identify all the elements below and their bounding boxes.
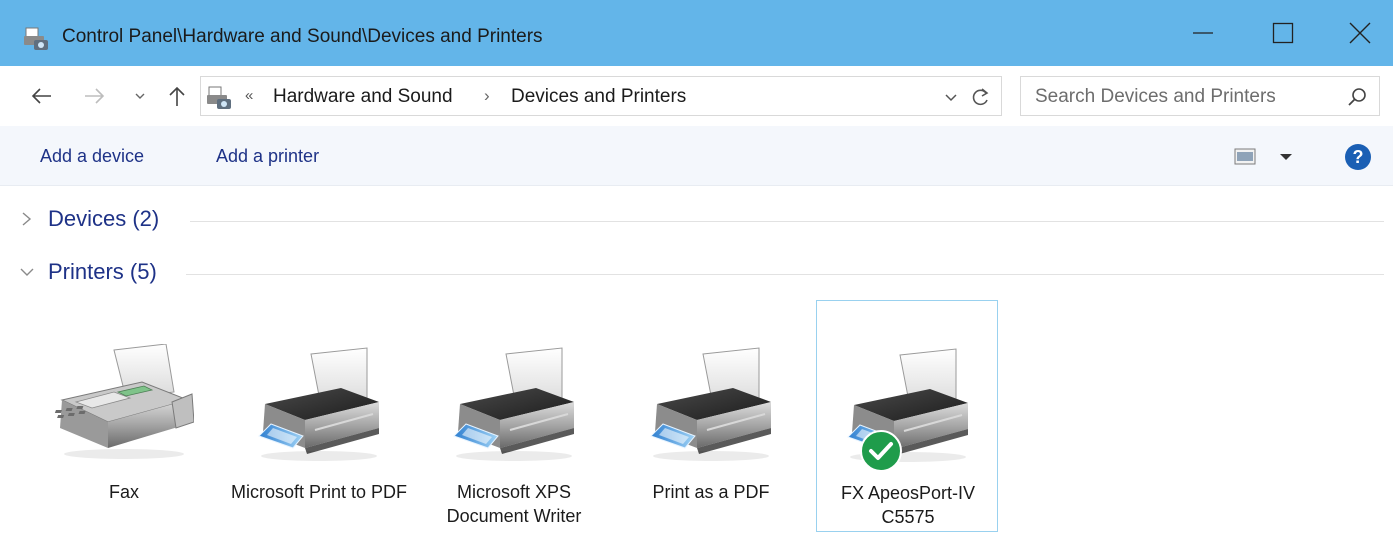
- address-bar[interactable]: « Hardware and Sound › Devices and Print…: [200, 76, 1002, 116]
- fax-icon: [54, 344, 194, 464]
- maximize-button[interactable]: [1253, 10, 1313, 56]
- help-icon: ?: [1345, 144, 1371, 170]
- close-icon: [1349, 22, 1371, 44]
- up-arrow-icon: [169, 86, 185, 106]
- search-input[interactable]: [1035, 85, 1335, 109]
- printer-icon: [444, 344, 584, 464]
- close-button[interactable]: [1330, 10, 1390, 56]
- printer-icon: [641, 344, 781, 464]
- printer-label: Microsoft Print to PDF: [230, 482, 408, 502]
- printer-item-microsoft-print-to-pdf[interactable]: Microsoft Print to PDF: [228, 300, 410, 532]
- default-printer-check-icon: [860, 430, 902, 472]
- add-device-button[interactable]: Add a device: [40, 146, 144, 167]
- group-divider: [190, 221, 1384, 222]
- recent-locations-button[interactable]: [128, 80, 152, 112]
- change-view-button[interactable]: [1234, 146, 1294, 168]
- forward-arrow-icon: [85, 88, 105, 104]
- chevron-right-icon: [22, 212, 32, 226]
- minimize-icon: [1193, 32, 1213, 34]
- printer-label: Fax: [108, 482, 139, 502]
- help-button[interactable]: ?: [1344, 143, 1372, 171]
- search-icon[interactable]: [1347, 86, 1369, 108]
- chevron-down-icon[interactable]: [941, 87, 961, 107]
- address-row: « Hardware and Sound › Devices and Print…: [0, 66, 1393, 126]
- printer-item-microsoft-xps-document-writer[interactable]: Microsoft XPS Document Writer: [423, 300, 605, 532]
- title-bar: Control Panel\Hardware and Sound\Devices…: [0, 0, 1393, 66]
- devices-printers-icon: [24, 27, 48, 50]
- maximize-icon: [1272, 22, 1294, 44]
- printer-label: Microsoft XPS Document Writer: [446, 482, 582, 526]
- command-bar: Add a device Add a printer ?: [0, 126, 1393, 186]
- minimize-button[interactable]: [1173, 10, 1233, 56]
- breadcrumb-devices-and-printers[interactable]: Devices and Printers: [511, 86, 686, 108]
- group-divider: [186, 274, 1384, 275]
- svg-text:?: ?: [1353, 147, 1364, 167]
- search-box[interactable]: [1020, 76, 1380, 116]
- back-arrow-icon: [31, 88, 51, 104]
- devices-printers-icon: [207, 86, 231, 109]
- printer-item-fx-apeosport-iv-c5575[interactable]: FX ApeosPort-IV C5575: [816, 300, 998, 532]
- breadcrumb-hardware-and-sound[interactable]: Hardware and Sound: [273, 86, 453, 108]
- refresh-icon[interactable]: [969, 85, 993, 109]
- forward-button[interactable]: [80, 80, 110, 112]
- up-button[interactable]: [162, 80, 192, 112]
- group-devices[interactable]: Devices (2): [14, 202, 1384, 238]
- overflow-chevron[interactable]: «: [245, 87, 253, 104]
- chevron-down-icon: [20, 268, 34, 276]
- window-title: Control Panel\Hardware and Sound\Devices…: [62, 26, 543, 47]
- printer-label: FX ApeosPort-IV C5575: [840, 483, 976, 527]
- group-printers[interactable]: Printers (5): [14, 255, 1384, 291]
- chevron-down-icon: [135, 93, 145, 99]
- printer-item-fax[interactable]: Fax: [33, 300, 215, 532]
- printer-item-print-as-a-pdf[interactable]: Print as a PDF: [620, 300, 802, 532]
- printer-icon: [249, 344, 389, 464]
- add-printer-button[interactable]: Add a printer: [216, 146, 319, 167]
- change-view-icon: [1234, 148, 1292, 165]
- group-devices-label: Devices (2): [48, 206, 160, 231]
- printer-label: Print as a PDF: [652, 482, 770, 502]
- breadcrumb-separator[interactable]: ›: [484, 86, 490, 106]
- group-printers-label: Printers (5): [48, 259, 157, 284]
- back-button[interactable]: [26, 80, 56, 112]
